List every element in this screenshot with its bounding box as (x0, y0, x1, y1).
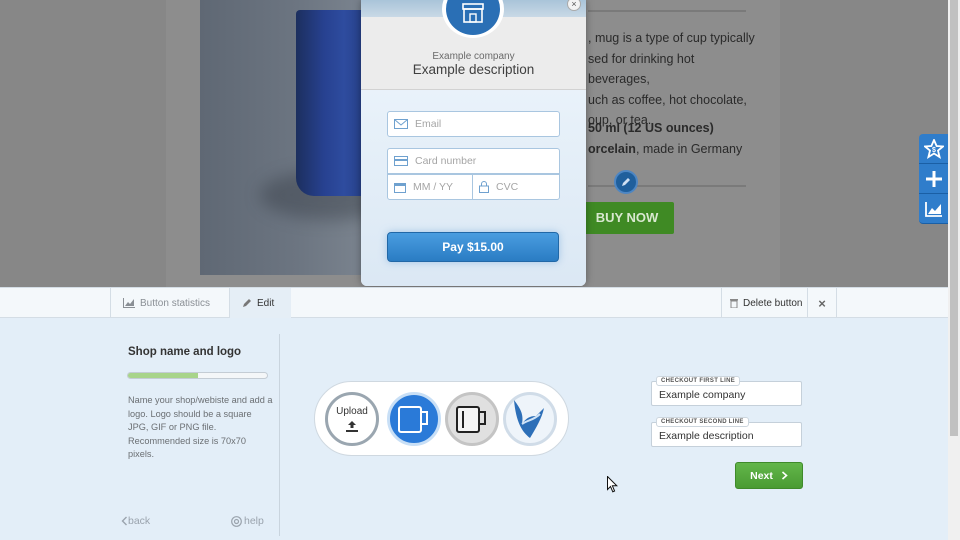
step-progress-bar (127, 372, 268, 379)
mug-icon (456, 406, 486, 433)
help-label: help (244, 515, 264, 527)
bird-shield-icon (514, 400, 544, 438)
description-line: sed for drinking hot beverages, (588, 51, 695, 87)
description-line: uch as coffee, hot chocolate, (588, 92, 747, 107)
trash-icon (730, 299, 738, 308)
scrollbar-thumb[interactable] (950, 0, 958, 436)
store-icon (446, 0, 500, 35)
product-image (200, 0, 362, 275)
next-label: Next (750, 469, 773, 482)
upload-logo-button[interactable]: Upload (325, 392, 379, 446)
delete-label: Delete button (743, 297, 803, 309)
card-number-field[interactable]: Card number (387, 148, 560, 174)
plus-icon[interactable] (919, 164, 949, 194)
svg-text:$: $ (932, 147, 936, 154)
tab-edit[interactable]: Edit (229, 288, 291, 318)
checkout-modal: × Example company Example description Em… (361, 0, 586, 286)
close-editor-icon[interactable]: × (807, 288, 837, 318)
back-label: back (128, 515, 151, 527)
progress-fill (128, 373, 198, 378)
editor-tabs: Button statistics Edit Delete button × (0, 287, 948, 318)
modal-company: Example company (432, 51, 515, 62)
edit-pencil-icon[interactable] (614, 170, 638, 194)
tab-button-statistics[interactable]: Button statistics (110, 288, 229, 318)
material-origin: , made in Germany (635, 142, 743, 156)
scrollbar[interactable] (948, 0, 960, 540)
modal-header: × Example company Example description (361, 0, 586, 90)
expiry-field[interactable]: MM / YY (387, 174, 473, 200)
chart-icon[interactable] (919, 194, 949, 224)
panel-divider (279, 334, 280, 536)
pencil-icon (243, 299, 251, 307)
shop-logo (442, 0, 504, 38)
product-description: , mug is a type of cup typically sed for… (588, 28, 758, 131)
logo-option-bird[interactable] (503, 392, 557, 446)
step-help-text: Name your shop/webiste and add a logo. L… (128, 395, 273, 459)
back-link[interactable]: back (121, 515, 150, 527)
next-button[interactable]: Next (735, 462, 803, 489)
side-toolbar: $ (919, 134, 949, 226)
upload-label: Upload (336, 406, 368, 417)
cvc-field[interactable]: CVC (472, 174, 560, 200)
mouse-cursor-icon (607, 476, 618, 493)
tab-label: Button statistics (140, 297, 211, 309)
credit-card-icon (394, 156, 408, 166)
cvc-placeholder: CVC (496, 181, 519, 193)
logo-picker: Upload (314, 381, 569, 456)
chevron-right-icon (781, 471, 788, 480)
lifebuoy-icon (231, 515, 242, 527)
calendar-icon (394, 182, 406, 193)
envelope-icon (394, 119, 408, 129)
star-dollar-icon[interactable]: $ (919, 134, 949, 164)
product-volume: 50 ml (12 US ounces) (588, 121, 714, 135)
chart-icon (123, 298, 135, 308)
divider-line (588, 185, 746, 187)
divider-line (588, 10, 746, 12)
mug-icon (398, 406, 428, 433)
upload-icon (346, 421, 358, 432)
modal-body: Email Card number MM / YY CVC Pay $15.00 (361, 90, 586, 286)
product-material: orcelain, made in Germany (588, 142, 742, 156)
step-title: Shop name and logo (128, 346, 242, 358)
delete-button[interactable]: Delete button (721, 288, 807, 318)
expiry-placeholder: MM / YY (413, 181, 454, 193)
modal-description: Example description (412, 62, 535, 77)
lock-icon (479, 181, 489, 193)
pay-button[interactable]: Pay $15.00 (387, 232, 559, 262)
card-number-placeholder: Card number (415, 155, 477, 167)
chevron-left-icon (121, 516, 127, 526)
logo-option-white-mug[interactable] (445, 392, 499, 446)
buy-now-button[interactable]: BUY NOW (580, 202, 674, 234)
checkout-second-line-label: CHECKOUT SECOND LINE (656, 417, 749, 427)
email-field[interactable]: Email (387, 111, 560, 137)
material-name: orcelain (588, 142, 636, 156)
logo-option-blue-mug[interactable] (387, 392, 441, 446)
checkout-first-line-label: CHECKOUT FIRST LINE (656, 376, 741, 386)
help-link[interactable]: help (231, 515, 264, 527)
description-line: , mug is a type of cup typically (588, 31, 755, 45)
email-placeholder: Email (415, 118, 442, 130)
tab-label: Edit (257, 297, 275, 309)
mug-photo (296, 10, 362, 196)
